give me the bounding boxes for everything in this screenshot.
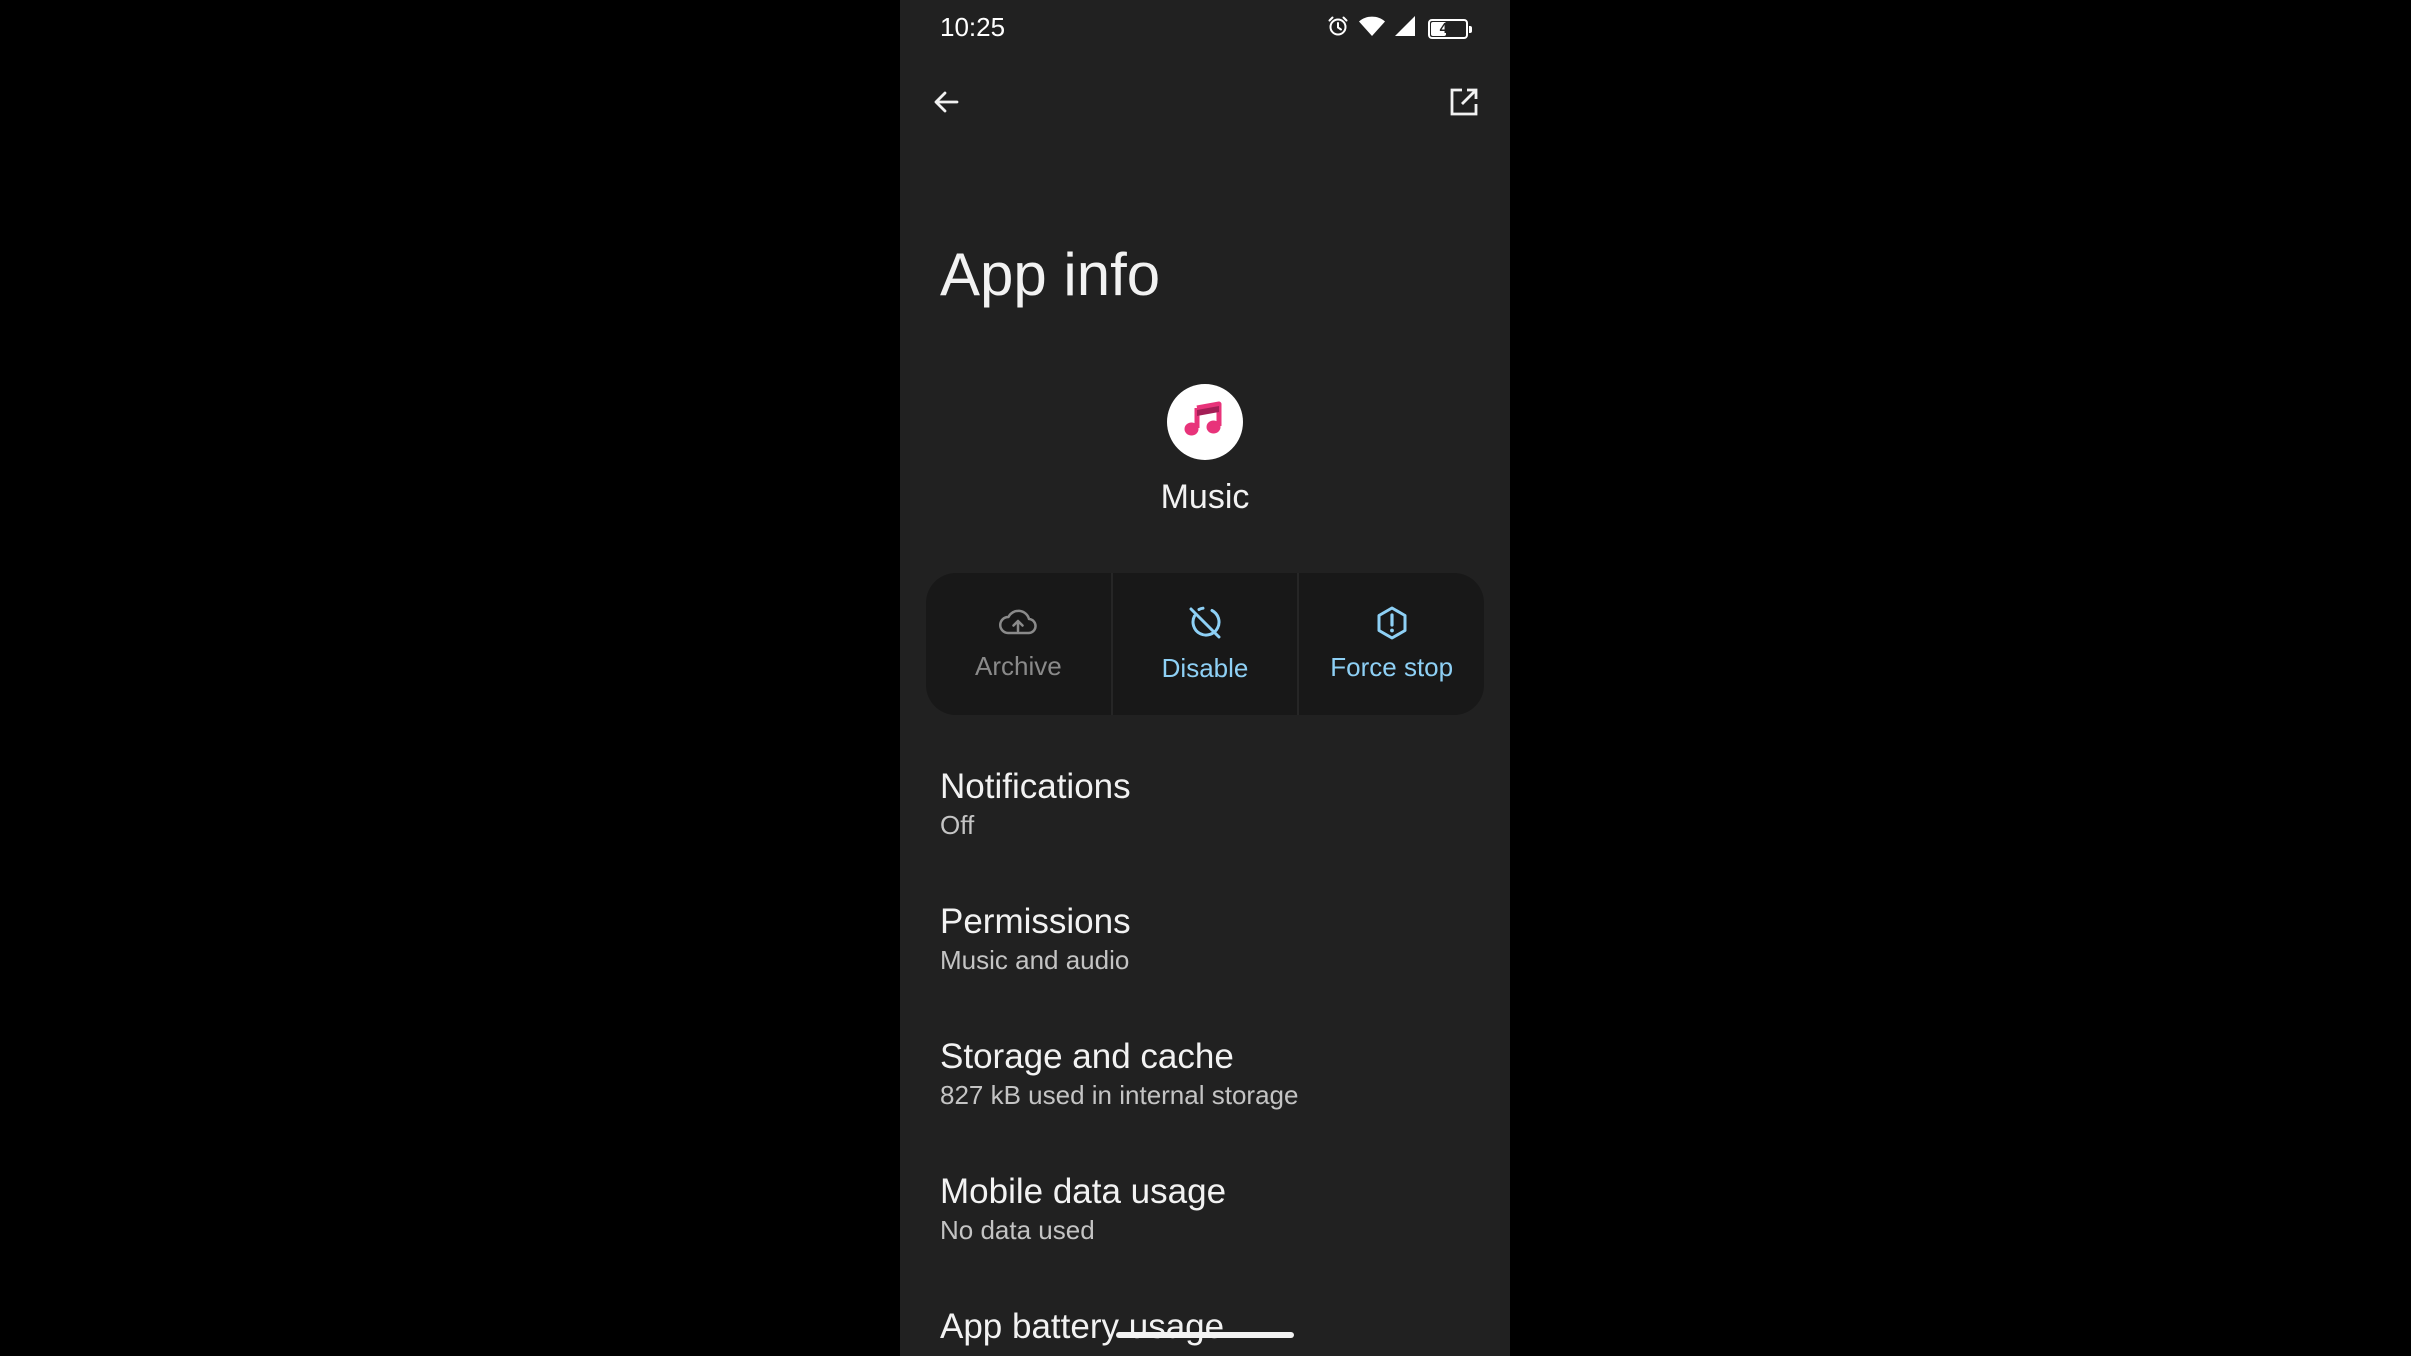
back-arrow-icon [930,86,962,123]
setting-notifications[interactable]: Notifications Off [900,740,1510,875]
alarm-icon [1326,14,1350,43]
app-actions: Archive Disable Force stop [926,573,1484,715]
disable-button[interactable]: Disable [1113,573,1300,715]
setting-title: Permissions [940,902,1131,941]
setting-title: App battery usage [940,1307,1225,1346]
settings-list: Notifications Off Permissions Music and … [900,740,1510,1356]
disable-label: Disable [1161,653,1249,683]
cloud-upload-icon [997,606,1039,645]
phone-screen: 10:25 42 App info Music Archive Disable … [900,0,1510,1356]
setting-title: Storage and cache [940,1037,1234,1076]
open-in-new-icon [1448,86,1480,123]
archive-label: Archive [974,651,1062,681]
force-stop-button[interactable]: Force stop [1299,573,1484,715]
app-name: Music [1160,478,1250,516]
page-title: App info [940,241,1161,308]
status-time: 10:25 [940,12,1006,42]
signal-icon [1394,15,1416,42]
setting-subtitle: Off [940,810,975,840]
archive-button[interactable]: Archive [926,573,1113,715]
status-bar: 10:25 42 [900,0,1510,56]
setting-title: Notifications [940,767,1131,806]
force-stop-label: Force stop [1330,652,1454,682]
battery-tip [1469,25,1472,33]
setting-subtitle: No data used [940,1215,1095,1245]
setting-subtitle: Music and audio [940,945,1130,975]
setting-storage[interactable]: Storage and cache 827 kB used in interna… [900,1010,1510,1145]
setting-title: Mobile data usage [940,1172,1227,1211]
status-icons: 42 [1326,14,1472,43]
wifi-icon [1358,14,1386,43]
music-note-icon [1181,396,1229,449]
setting-mobile-data[interactable]: Mobile data usage No data used [900,1145,1510,1280]
setting-permissions[interactable]: Permissions Music and audio [900,875,1510,1010]
music-app-icon [1167,384,1243,460]
home-indicator[interactable] [1116,1332,1294,1338]
back-button[interactable] [918,76,974,132]
setting-subtitle: 827 kB used in internal storage [940,1080,1299,1110]
battery-icon: 42 [1428,18,1472,39]
disable-icon [1186,604,1224,647]
alert-circle-icon [1374,605,1410,646]
open-app-button[interactable] [1436,76,1492,132]
battery-level: 42 [1439,19,1457,37]
setting-battery[interactable]: App battery usage [900,1280,1510,1356]
